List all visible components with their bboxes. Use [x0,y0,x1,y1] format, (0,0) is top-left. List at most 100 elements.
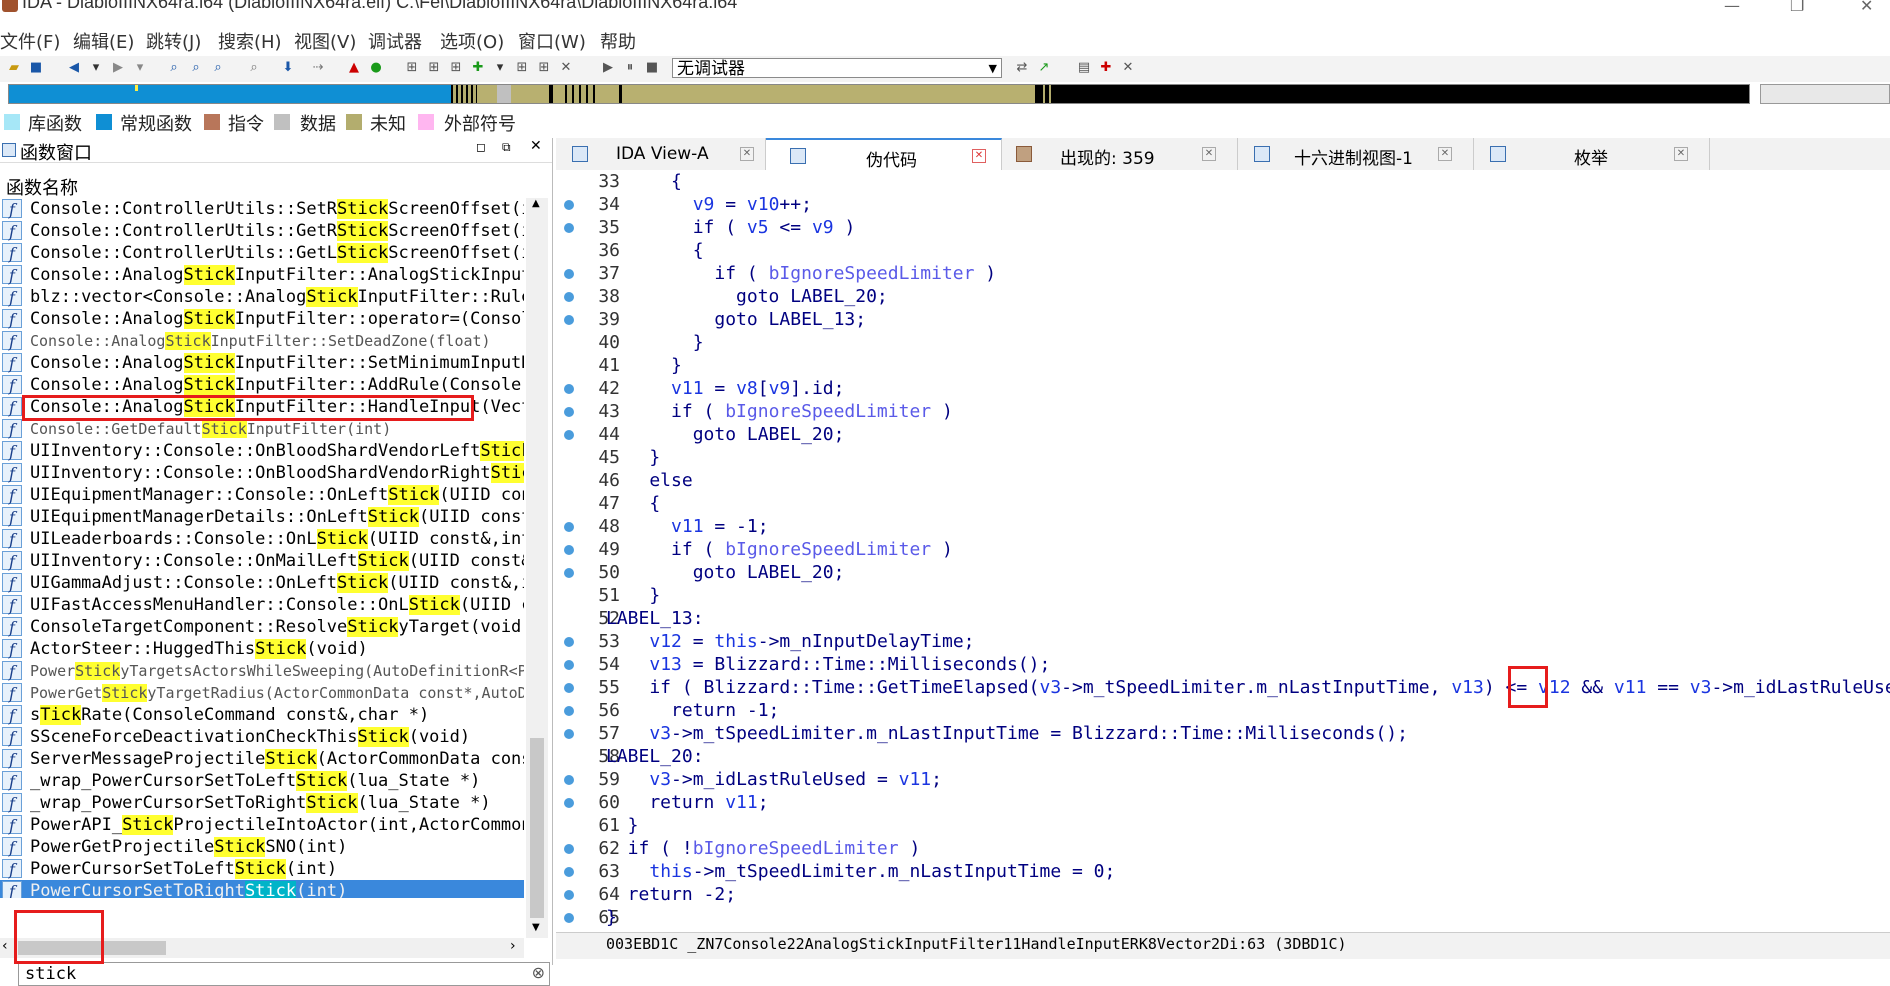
panel-float-button[interactable]: ⧉ [502,140,511,155]
attach-icon[interactable]: ⇄ [1014,60,1030,76]
breakpoint-dot-icon[interactable] [564,545,574,555]
function-list-row[interactable]: f Console::GetDefaultStickInputFilter(int… [0,418,524,440]
run-green-icon[interactable]: ● [368,60,384,76]
function-list-row[interactable]: f Console::ControllerUtils::GetRStickScre… [0,220,524,242]
sequence-search-icon[interactable]: ⌕ [246,60,262,76]
code-line[interactable]: 33 { [556,170,1890,193]
tab-pseudocode[interactable]: 伪代码 ✕ [766,138,1002,171]
chart-icon-5[interactable]: ⊞ [536,60,552,76]
breakpoint-dot-icon[interactable] [564,200,574,210]
code-line[interactable]: 37 if ( bIgnoreSpeedLimiter ) [556,262,1890,285]
menu-window[interactable]: 窗口(W) [518,28,586,54]
tab-close-icon[interactable]: ✕ [1202,147,1216,161]
breakpoint-dot-icon[interactable] [564,292,574,302]
function-list-row[interactable]: f PowerCursorSetToLeftStick(int) [0,858,524,880]
menu-search[interactable]: 搜索(H) [218,28,282,54]
function-list-row[interactable]: f Console::ControllerUtils::GetLStickScre… [0,242,524,264]
chart-icon-1[interactable]: ⊞ [404,60,420,76]
code-line[interactable]: 54 v13 = Blizzard::Time::Milliseconds(); [556,653,1890,676]
breakpoint-dot-icon[interactable] [564,637,574,647]
code-line[interactable]: 49 if ( bIgnoreSpeedLimiter ) [556,538,1890,561]
function-list-row[interactable]: f _wrap_PowerCursorSetToRightStick(lua_St… [0,792,524,814]
function-list-row[interactable]: f ServerMessageProjectileStick(ActorCommo… [0,748,524,770]
breakpoint-dot-icon[interactable] [564,407,574,417]
function-list-row[interactable]: f UIEquipmentManager::Console::OnLeftStic… [0,484,524,506]
tab-close-icon[interactable]: ✕ [972,149,986,163]
scroll-down-icon[interactable]: ▼ [532,922,540,933]
code-line[interactable]: 41 } [556,354,1890,377]
maximize-button[interactable]: ❐ [1790,0,1804,15]
pseudocode-view[interactable]: 33 {34 v9 = v10++; 35 if ( v5 <= v9 ) 36 {… [556,170,1890,930]
menu-options[interactable]: 选项(O) [440,28,504,54]
breakpoint-dot-icon[interactable] [564,430,574,440]
breakpoint-dot-icon[interactable] [564,315,574,325]
close-window-button[interactable]: ✕ [1860,0,1873,15]
breakpoint-dot-icon[interactable] [564,890,574,900]
function-list-row[interactable]: f Console::AnalogStickInputFilter::AddRul… [0,374,524,396]
breakpoint-dot-icon[interactable] [564,522,574,532]
function-list-row[interactable]: f SSceneForceDeactivationCheckThisStick(v… [0,726,524,748]
back-icon[interactable]: ◀ [66,60,82,76]
function-list-row[interactable]: f ActorSteer::HuggedThisStick(void) [0,638,524,660]
forward-icon[interactable]: ▶ [110,60,126,76]
code-line[interactable]: 60 return v11; [556,791,1890,814]
code-line[interactable]: 34 v9 = v10++; [556,193,1890,216]
back-dropdown-icon[interactable]: ▾ [88,60,104,76]
function-list-row[interactable]: f PowerGetStickyTargetRadius(ActorCommonD… [0,682,524,704]
pause-icon[interactable]: ⏸ [622,60,638,76]
menu-debugger[interactable]: 调试器 [368,28,422,54]
code-line[interactable]: 57 v3->m_tSpeedLimiter.m_nLastInputTime … [556,722,1890,745]
function-list-row[interactable]: f UILeaderboards::Console::OnLStick(UIID … [0,528,524,550]
breakpoint-remove-icon[interactable]: ✕ [1120,60,1136,76]
clear-search-icon[interactable]: ⊗ [532,963,545,982]
code-line[interactable]: 56 return -1; [556,699,1890,722]
breakpoint-dot-icon[interactable] [564,706,574,716]
tab-close-icon[interactable]: ✕ [740,147,754,161]
code-line[interactable]: 39 goto LABEL_13; [556,308,1890,331]
function-list-row[interactable]: f Console::AnalogStickInputFilter::SetDea… [0,330,524,352]
breakpoint-dot-icon[interactable] [564,384,574,394]
code-line[interactable]: 52 LABEL_13: [556,607,1890,630]
tab-ida-view-a[interactable]: IDA View-A ✕ [556,138,766,170]
code-line[interactable]: 61 } [556,814,1890,837]
tab-close-icon[interactable]: ✕ [1438,147,1452,161]
navigation-band-overview[interactable] [1760,84,1890,104]
function-list-row[interactable]: f sTickRate(ConsoleCommand const&,char *) [0,704,524,726]
code-line[interactable]: 65} [556,906,1890,929]
code-line[interactable]: 36 { [556,239,1890,262]
breakpoint-dot-icon[interactable] [564,867,574,877]
function-list-row[interactable]: f PowerAPI_StickProjectileIntoActor(int,A… [0,814,524,836]
breakpoint-dot-icon[interactable] [564,798,574,808]
code-line[interactable]: 48 v11 = -1; [556,515,1890,538]
code-line[interactable]: 42 v11 = v8[v9].id; [556,377,1890,400]
text-search-icon[interactable]: ⌕ [188,60,204,76]
scroll-left-icon[interactable]: ‹ [2,938,8,954]
code-line[interactable]: 45 } [556,446,1890,469]
function-list-row[interactable]: f Console::AnalogStickInputFilter::SetMin… [0,352,524,374]
binary-search-icon[interactable]: ⌕ [166,60,182,76]
detach-icon[interactable]: ↗ [1036,60,1052,76]
minimize-button[interactable]: — [1724,0,1740,15]
menu-file[interactable]: 文件(F) [0,28,60,54]
breakpoint-dot-icon[interactable] [564,844,574,854]
code-line[interactable]: 40 } [556,331,1890,354]
function-list-row[interactable]: f UIInventory::Console::OnBloodShardVendo… [0,462,524,484]
chart-icon-3[interactable]: ⊞ [448,60,464,76]
chart-icon-2[interactable]: ⊞ [426,60,442,76]
breakpoint-dot-icon[interactable] [564,729,574,739]
function-list-row[interactable]: f UIGammaAdjust::Console::OnLeftStick(UII… [0,572,524,594]
function-list-row[interactable]: f UIInventory::Console::OnMailLeftStick(U… [0,550,524,572]
panel-close-button[interactable]: ✕ [530,138,542,154]
tab-close-icon[interactable]: ✕ [1674,147,1688,161]
function-list-row[interactable]: f ConsoleTargetComponent::ResolveStickyTa… [0,616,524,638]
tab-hex-view[interactable]: 十六进制视图-1 ✕ [1238,138,1474,170]
immediate-search-icon[interactable]: ⌕ [210,60,226,76]
breakpoint-dot-icon[interactable] [564,775,574,785]
menu-jump[interactable]: 跳转(J) [146,28,201,54]
breakpoint-dot-icon[interactable] [564,913,574,923]
breakpoint-add-icon[interactable]: ✚ [1098,60,1114,76]
jump-down-icon[interactable]: ⬇ [280,60,296,76]
panel-restore-button[interactable]: ◻ [476,140,486,154]
scroll-right-icon[interactable]: › [510,938,516,954]
stop-icon[interactable]: ■ [644,60,660,76]
